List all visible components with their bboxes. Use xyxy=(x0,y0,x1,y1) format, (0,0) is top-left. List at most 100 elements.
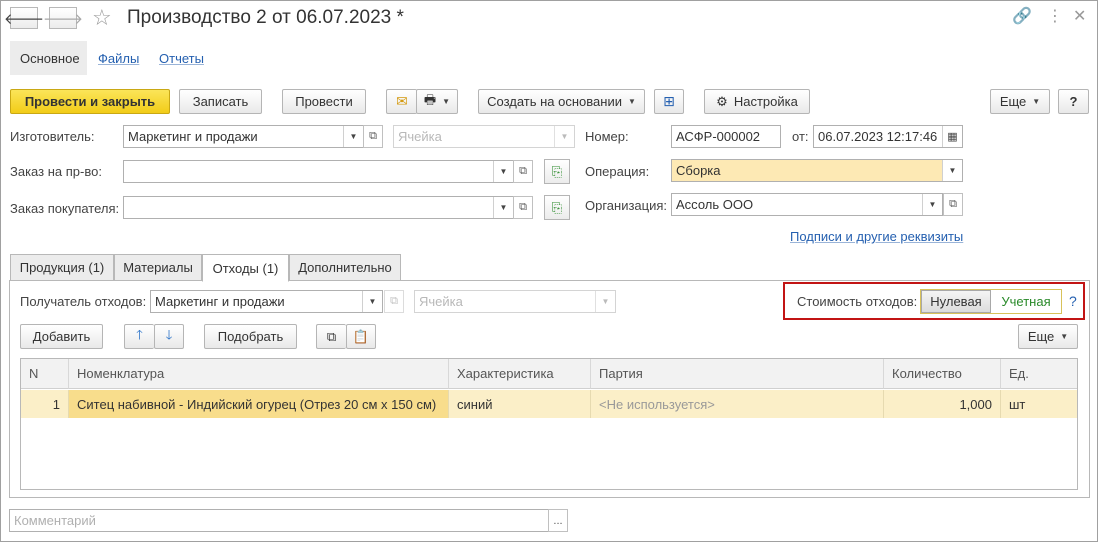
create-based-on-label: Создать на основании xyxy=(487,94,622,109)
table-more-button[interactable]: Еще ▼ xyxy=(1018,324,1078,349)
cost-option-zero[interactable]: Нулевая xyxy=(921,290,991,313)
chevron-down-icon: ▼ xyxy=(1060,332,1069,341)
pick-button[interactable]: Подобрать xyxy=(204,324,297,349)
chevron-down-icon: ▼ xyxy=(1032,97,1041,106)
paste-button[interactable]: 📋 xyxy=(346,324,376,349)
tab-materials[interactable]: Материалы xyxy=(114,254,202,281)
column-header-quantity[interactable]: Количество xyxy=(884,359,1001,389)
more-button[interactable]: Еще ▼ xyxy=(990,89,1050,114)
operation-label: Операция: xyxy=(585,164,650,179)
fill-icon: ⎘ xyxy=(551,199,563,215)
tab-main[interactable]: Основное xyxy=(10,41,87,75)
envelope-icon: ✉ xyxy=(396,93,408,109)
link-icon[interactable]: 🔗 xyxy=(1012,8,1032,26)
table-cell-item[interactable]: Ситец набивной - Индийский огурец (Отрез… xyxy=(69,390,449,418)
customer-order-fill-button[interactable]: ⎘ xyxy=(544,195,570,220)
star-icon[interactable]: ☆ xyxy=(92,6,112,30)
post-button[interactable]: Провести xyxy=(282,89,366,114)
waste-cell-field[interactable]: Ячейка ▼ xyxy=(414,290,616,313)
arrow-left-icon: 🡐 xyxy=(3,10,45,28)
date-field[interactable]: 06.07.2023 12:17:46 ▦ xyxy=(813,125,963,148)
table-cell-unit[interactable]: шт xyxy=(1001,390,1077,418)
chevron-down-icon[interactable]: ▼ xyxy=(493,197,513,218)
post-and-close-button[interactable]: Провести и закрыть xyxy=(10,89,170,114)
column-header-characteristic[interactable]: Характеристика xyxy=(449,359,591,389)
cost-help-icon[interactable]: ? xyxy=(1069,293,1077,309)
table-cell-characteristic[interactable]: синий xyxy=(449,390,591,418)
close-icon[interactable]: ✕ xyxy=(1073,8,1086,26)
chevron-down-icon[interactable]: ▼ xyxy=(362,291,382,312)
organization-label: Организация: xyxy=(585,198,668,213)
arrow-down-icon: 🡓 xyxy=(165,326,173,342)
open-icon: ⧉ xyxy=(519,201,527,213)
chevron-down-icon: ▼ xyxy=(554,126,574,147)
customer-order-open-button[interactable]: ⧉ xyxy=(513,196,533,219)
help-button[interactable]: ? xyxy=(1058,89,1089,114)
chevron-down-icon[interactable]: ▼ xyxy=(942,160,962,181)
operation-field[interactable]: Сборка ▼ xyxy=(671,159,963,182)
column-header-item[interactable]: Номенклатура xyxy=(69,359,449,389)
chevron-down-icon: ▼ xyxy=(442,97,451,106)
paste-icon: 📋 xyxy=(352,328,370,344)
tab-waste[interactable]: Отходы (1) xyxy=(202,254,289,282)
move-down-button[interactable]: 🡓 xyxy=(154,324,184,349)
column-header-batch[interactable]: Партия xyxy=(591,359,884,389)
comment-input[interactable]: Комментарий xyxy=(9,509,549,532)
copy-button[interactable]: ⧉ xyxy=(316,324,346,349)
settings-button[interactable]: ⚙ Настройка xyxy=(704,89,810,114)
move-up-button[interactable]: 🡑 xyxy=(124,324,154,349)
manufacturer-label: Изготовитель: xyxy=(10,129,95,144)
waste-recipient-open-button[interactable]: ⧉ xyxy=(384,290,404,313)
save-button[interactable]: Записать xyxy=(179,89,262,114)
organization-field[interactable]: Ассоль ООО ▼ xyxy=(671,193,943,216)
email-button[interactable]: ✉ xyxy=(386,89,417,114)
tab-files[interactable]: Файлы xyxy=(88,41,149,75)
more-vertical-icon[interactable]: ⋮ xyxy=(1047,8,1063,26)
number-field[interactable]: АСФР-000002 xyxy=(671,125,781,148)
tab-additional[interactable]: Дополнительно xyxy=(289,254,401,281)
tab-products[interactable]: Продукция (1) xyxy=(10,254,114,281)
customer-order-field[interactable]: ▼ xyxy=(123,196,514,219)
waste-cell-placeholder: Ячейка xyxy=(419,294,463,309)
customer-order-label: Заказ покупателя: xyxy=(10,201,120,216)
comment-placeholder: Комментарий xyxy=(14,513,96,528)
column-header-n[interactable]: N xyxy=(21,359,69,389)
open-icon: ⧉ xyxy=(369,130,377,142)
comment-expand-button[interactable]: ... xyxy=(548,509,568,532)
create-based-on-button[interactable]: Создать на основании ▼ xyxy=(478,89,645,114)
organization-open-button[interactable]: ⧉ xyxy=(943,193,963,216)
table-more-label: Еще xyxy=(1027,329,1055,344)
signatures-link[interactable]: Подписи и другие реквизиты xyxy=(790,229,963,244)
window-title: Производство 2 от 06.07.2023 * xyxy=(127,7,404,28)
calendar-icon[interactable]: ▦ xyxy=(942,126,962,147)
chevron-down-icon: ▼ xyxy=(595,291,615,312)
arrow-right-icon: 🡒 xyxy=(42,10,84,28)
structure-button[interactable]: ⊞ xyxy=(654,89,684,114)
tab-reports[interactable]: Отчеты xyxy=(149,41,214,75)
add-button[interactable]: Добавить xyxy=(20,324,103,349)
forward-button[interactable]: 🡒 xyxy=(43,7,83,29)
table-cell-batch[interactable]: <Не используется> xyxy=(591,390,884,418)
chevron-down-icon[interactable]: ▼ xyxy=(343,126,363,147)
table-cell-quantity[interactable]: 1,000 xyxy=(884,390,1001,418)
print-button[interactable]: 🖶 ▼ xyxy=(416,89,458,114)
manufacturer-open-button[interactable]: ⧉ xyxy=(363,125,383,148)
cell-field[interactable]: Ячейка ▼ xyxy=(393,125,575,148)
cost-option-accounting[interactable]: Учетная xyxy=(991,290,1061,313)
manufacturer-value: Маркетинг и продажи xyxy=(128,129,258,144)
table-cell-n[interactable]: 1 xyxy=(21,390,69,418)
cost-toggle[interactable]: Нулевая Учетная xyxy=(920,289,1062,314)
column-header-unit[interactable]: Ед. xyxy=(1001,359,1077,389)
gear-icon: ⚙ xyxy=(716,93,728,109)
production-order-fill-button[interactable]: ⎘ xyxy=(544,159,570,184)
fill-icon: ⎘ xyxy=(551,163,563,179)
date-label: от: xyxy=(792,129,809,144)
chevron-down-icon[interactable]: ▼ xyxy=(493,161,513,182)
production-order-field[interactable]: ▼ xyxy=(123,160,514,183)
chevron-down-icon[interactable]: ▼ xyxy=(922,194,942,215)
production-order-open-button[interactable]: ⧉ xyxy=(513,160,533,183)
waste-recipient-field[interactable]: Маркетинг и продажи ▼ xyxy=(150,290,383,313)
back-button[interactable]: 🡐 xyxy=(4,7,44,29)
manufacturer-field[interactable]: Маркетинг и продажи ▼ xyxy=(123,125,364,148)
cost-label: Стоимость отходов: xyxy=(797,294,918,309)
